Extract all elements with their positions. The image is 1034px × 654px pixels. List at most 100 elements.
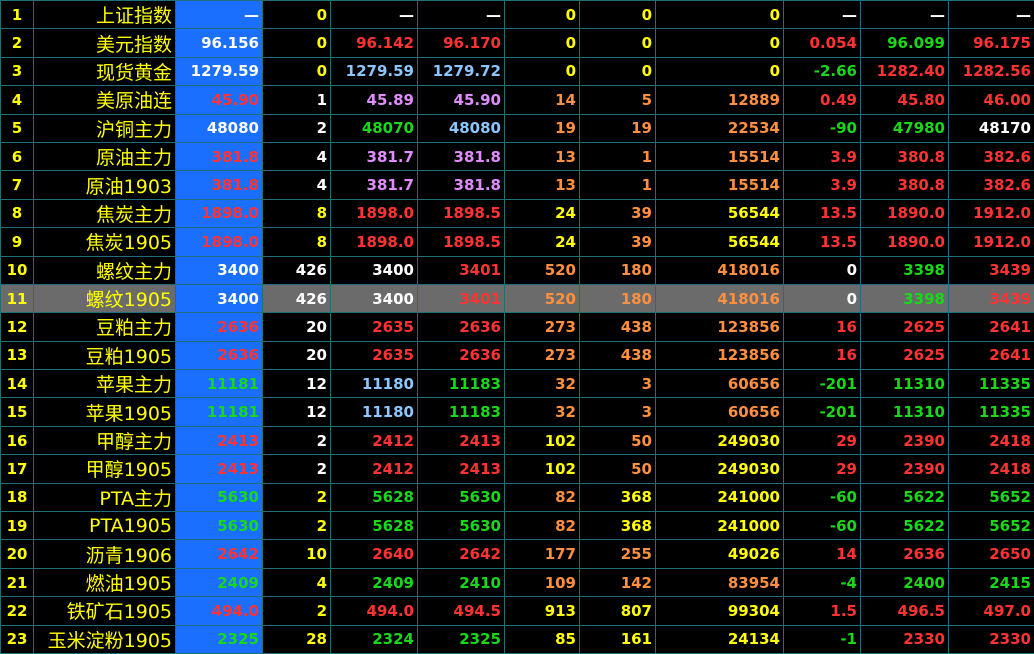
bid-price: 381.7 [331, 142, 418, 170]
quote-table: 1上证指数—0——000———2美元指数96.156096.14296.1700… [0, 0, 1034, 654]
table-row[interactable]: 11螺纹190534004263400340152018041801603398… [1, 284, 1034, 312]
table-row[interactable]: 2美元指数96.156096.14296.1700000.05496.09996… [1, 29, 1034, 57]
low-price: 496.5 [861, 597, 949, 625]
row-index: 2 [1, 29, 34, 57]
ask-quantity: 1 [580, 171, 656, 199]
ask-quantity: 438 [580, 313, 656, 341]
price-change: 29 [784, 455, 861, 483]
table-row[interactable]: 3现货黄金1279.5901279.591279.72000-2.661282.… [1, 57, 1034, 85]
table-row[interactable]: 4美原油连45.90145.8945.90145128890.4945.8046… [1, 86, 1034, 114]
table-row[interactable]: 23玉米淀粉1905232528232423258516124134-12330… [1, 625, 1034, 653]
table-row[interactable]: 13豆粕190526362026352636273438123856162625… [1, 341, 1034, 369]
price-change: 1.5 [784, 597, 861, 625]
high-price: 46.00 [949, 86, 1034, 114]
table-row[interactable]: 9焦炭19051898.081898.01898.524395654413.51… [1, 228, 1034, 256]
table-row[interactable]: 10螺纹主力3400426340034015201804180160339834… [1, 256, 1034, 284]
last-price: 2413 [176, 455, 263, 483]
contract-name: 苹果主力 [34, 370, 176, 398]
contract-name: 甲醇主力 [34, 426, 176, 454]
bid-price: 1898.0 [331, 199, 418, 227]
low-price: 96.099 [861, 29, 949, 57]
row-index: 23 [1, 625, 34, 653]
current-volume: 10 [263, 540, 331, 568]
ask-price: 45.90 [418, 86, 505, 114]
price-change: 16 [784, 341, 861, 369]
table-row[interactable]: 18PTA主力563025628563082368241000-60562256… [1, 483, 1034, 511]
open-interest: 249030 [656, 426, 784, 454]
table-row[interactable]: 8焦炭主力1898.081898.01898.524395654413.5189… [1, 199, 1034, 227]
row-index: 6 [1, 142, 34, 170]
contract-name: 玉米淀粉1905 [34, 625, 176, 653]
bid-price: 3400 [331, 284, 418, 312]
row-index: 9 [1, 228, 34, 256]
table-row[interactable]: 15苹果19051118112111801118332360656-201113… [1, 398, 1034, 426]
ask-quantity: 1 [580, 142, 656, 170]
high-price: 2641 [949, 313, 1034, 341]
low-price: 2330 [861, 625, 949, 653]
current-volume: 8 [263, 199, 331, 227]
table-row[interactable]: 1上证指数—0——000——— [1, 1, 1034, 29]
high-price: 1912.0 [949, 228, 1034, 256]
low-price: 47980 [861, 114, 949, 142]
ask-price: 381.8 [418, 171, 505, 199]
last-price: 1898.0 [176, 228, 263, 256]
price-change: -201 [784, 370, 861, 398]
open-interest: 22534 [656, 114, 784, 142]
bid-quantity: 102 [505, 455, 580, 483]
ask-price: 1898.5 [418, 199, 505, 227]
table-row[interactable]: 7原油1903381.84381.7381.8131155143.9380.83… [1, 171, 1034, 199]
table-row[interactable]: 19PTA1905563025628563082368241000-605622… [1, 512, 1034, 540]
open-interest: 83954 [656, 568, 784, 596]
bid-price: 2635 [331, 313, 418, 341]
price-change: 16 [784, 313, 861, 341]
open-interest: 241000 [656, 483, 784, 511]
contract-name: 现货黄金 [34, 57, 176, 85]
row-index: 8 [1, 199, 34, 227]
table-row[interactable]: 6原油主力381.84381.7381.8131155143.9380.8382… [1, 142, 1034, 170]
table-row[interactable]: 20沥青190626421026402642177255490261426362… [1, 540, 1034, 568]
current-volume: 2 [263, 483, 331, 511]
ask-price: 2410 [418, 568, 505, 596]
ask-quantity: 438 [580, 341, 656, 369]
row-index: 7 [1, 171, 34, 199]
price-change: 0.054 [784, 29, 861, 57]
bid-quantity: 273 [505, 313, 580, 341]
price-change: -2.66 [784, 57, 861, 85]
last-price: 11181 [176, 370, 263, 398]
low-price: 2400 [861, 568, 949, 596]
current-volume: 4 [263, 142, 331, 170]
row-index: 3 [1, 57, 34, 85]
high-price: 382.6 [949, 142, 1034, 170]
table-row[interactable]: 22铁矿石1905494.02494.0494.5913807993041.54… [1, 597, 1034, 625]
contract-name: 螺纹1905 [34, 284, 176, 312]
open-interest: 418016 [656, 284, 784, 312]
table-row[interactable]: 12豆粕主力2636202635263627343812385616262526… [1, 313, 1034, 341]
table-row[interactable]: 17甲醇190524132241224131025024903029239024… [1, 455, 1034, 483]
bid-price: 2409 [331, 568, 418, 596]
bid-price: 45.89 [331, 86, 418, 114]
low-price: 45.80 [861, 86, 949, 114]
high-price: 2415 [949, 568, 1034, 596]
current-volume: 2 [263, 455, 331, 483]
low-price: 5622 [861, 512, 949, 540]
low-price: 3398 [861, 284, 949, 312]
bid-price: 1898.0 [331, 228, 418, 256]
table-row[interactable]: 16甲醇主力2413224122413102502490302923902418 [1, 426, 1034, 454]
last-price: 1279.59 [176, 57, 263, 85]
table-row[interactable]: 14苹果主力1118112111801118332360656-20111310… [1, 370, 1034, 398]
low-price: 2625 [861, 341, 949, 369]
table-row[interactable]: 21燃油1905240942409241010914283954-4240024… [1, 568, 1034, 596]
last-price: 5630 [176, 483, 263, 511]
high-price: 3439 [949, 256, 1034, 284]
table-row[interactable]: 5沪铜主力4808024807048080191922534-904798048… [1, 114, 1034, 142]
bid-quantity: 82 [505, 512, 580, 540]
last-price: 2636 [176, 313, 263, 341]
bid-quantity: 0 [505, 57, 580, 85]
contract-name: 甲醇1905 [34, 455, 176, 483]
last-price: 381.8 [176, 142, 263, 170]
bid-price: 3400 [331, 256, 418, 284]
low-price: 2636 [861, 540, 949, 568]
last-price: 45.90 [176, 86, 263, 114]
ask-price: 494.5 [418, 597, 505, 625]
ask-quantity: 255 [580, 540, 656, 568]
